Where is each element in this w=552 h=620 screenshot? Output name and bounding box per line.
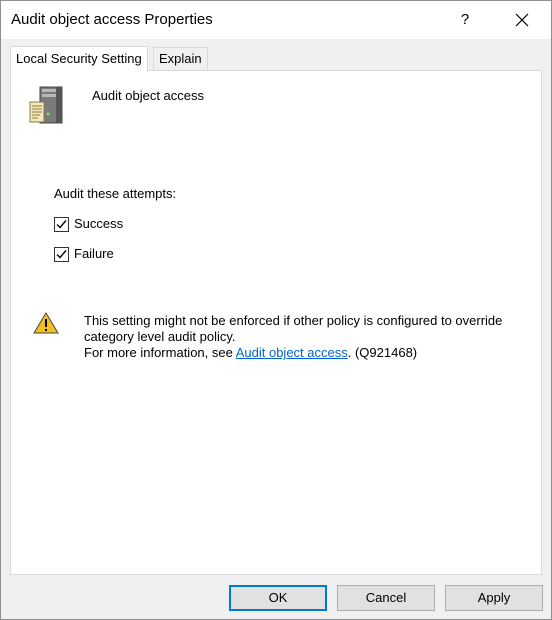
checkbox-label: Failure bbox=[74, 246, 114, 261]
apply-button[interactable]: Apply bbox=[445, 585, 543, 611]
close-button[interactable] bbox=[501, 1, 543, 39]
more-info-prefix: For more information, see bbox=[84, 345, 236, 360]
checkbox-box[interactable] bbox=[54, 217, 69, 232]
window-title: Audit object access Properties bbox=[11, 11, 213, 28]
audit-object-access-link[interactable]: Audit object access bbox=[236, 345, 348, 360]
checkmark-icon bbox=[56, 250, 67, 259]
cancel-button[interactable]: Cancel bbox=[337, 585, 435, 611]
title-bar: Audit object access Properties ? bbox=[1, 1, 551, 39]
checkbox-label: Success bbox=[74, 216, 124, 231]
kb-reference: . (Q921468) bbox=[347, 345, 418, 360]
attempts-label: Audit these attempts: bbox=[54, 186, 177, 201]
warning-line-3: For more information, see Audit object a… bbox=[84, 345, 534, 361]
checkbox-box[interactable] bbox=[54, 247, 69, 262]
policy-name: Audit object access bbox=[92, 88, 205, 103]
close-icon bbox=[515, 13, 529, 27]
warning-line-2: category level audit policy. bbox=[84, 329, 236, 344]
ok-button[interactable]: OK bbox=[229, 585, 327, 611]
properties-dialog: Audit object access Properties ? Local S… bbox=[0, 0, 552, 620]
warning-message: This setting might not be enforced if ot… bbox=[84, 313, 534, 361]
tab-local-security-setting[interactable]: Local Security Setting bbox=[10, 46, 148, 72]
tab-panel: Audit object access Audit these attempts… bbox=[10, 70, 542, 575]
warning-line-1: This setting might not be enforced if ot… bbox=[84, 313, 503, 328]
help-button[interactable]: ? bbox=[447, 1, 483, 39]
checkmark-icon bbox=[56, 220, 67, 229]
tab-explain[interactable]: Explain bbox=[153, 47, 208, 70]
server-policy-icon bbox=[28, 84, 68, 131]
warning-icon bbox=[33, 312, 59, 337]
